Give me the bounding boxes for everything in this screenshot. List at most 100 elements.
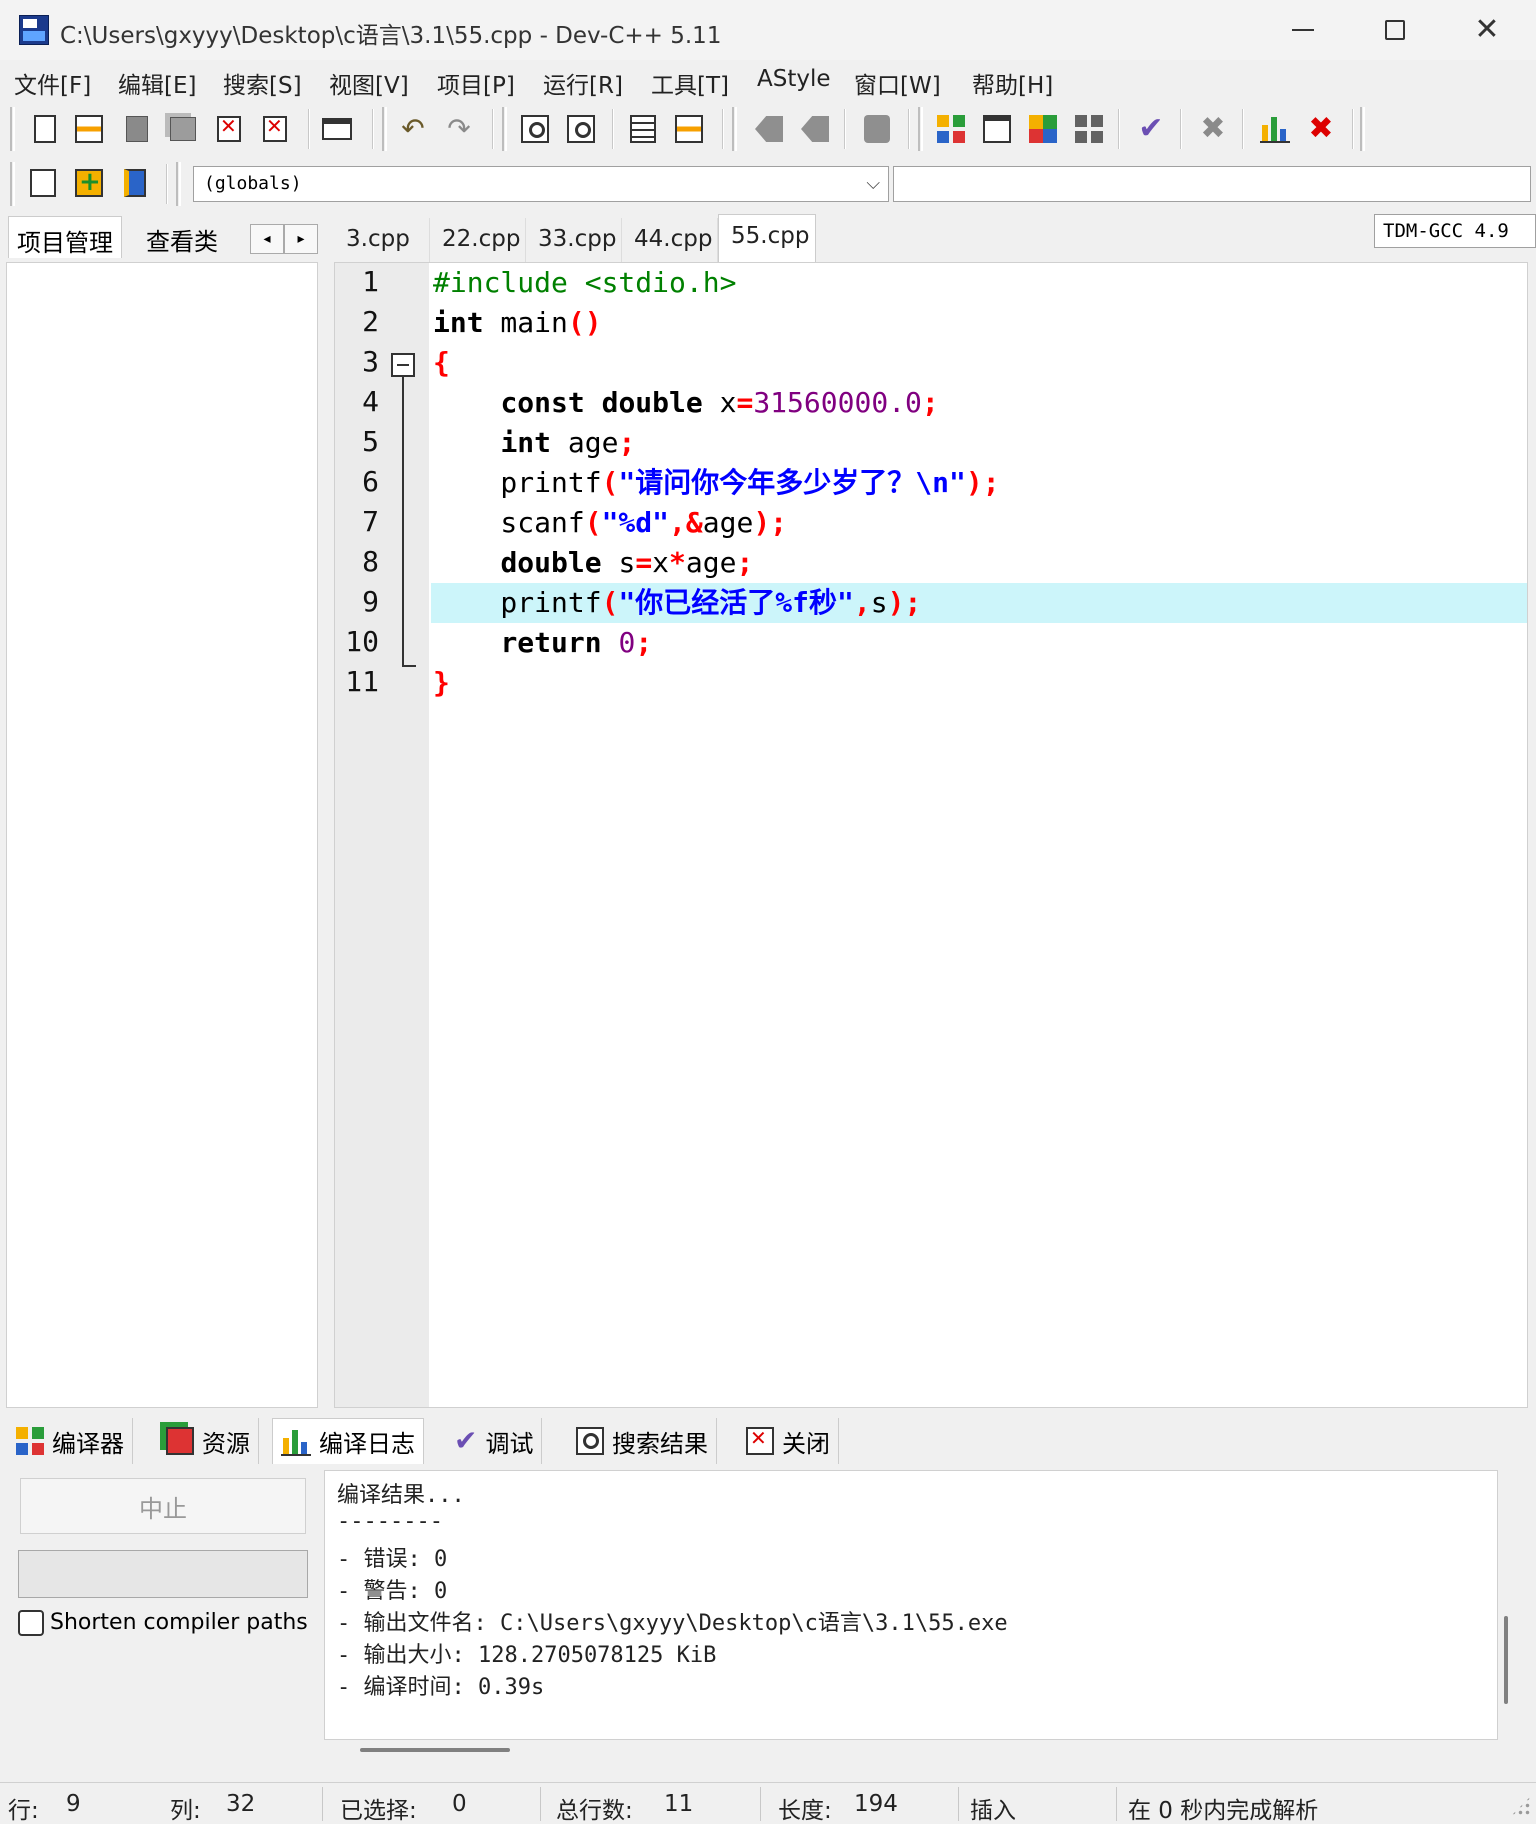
code-line-current[interactable]: printf("你已经活了%f秒",s); [431,583,1527,623]
goto-next-button[interactable] [798,112,832,146]
open-file-button[interactable] [72,112,106,146]
code-line[interactable]: const double x=31560000.0; [431,383,1527,423]
compile-icon [937,115,965,143]
toolbar-grip[interactable] [502,107,507,151]
toolbar-grip[interactable] [918,107,923,151]
replace-button[interactable] [564,112,598,146]
code-line[interactable]: { [431,343,1527,383]
maximize-button[interactable] [1350,0,1440,60]
code-token: ( [601,586,619,619]
new-file-button[interactable] [28,112,62,146]
scope-select-value: (globals) [204,173,302,194]
toolbar-grip[interactable] [176,162,181,206]
delete-profile-button[interactable]: ✖ [1304,112,1338,146]
tab-project-manager[interactable]: 项目管理 [8,216,122,258]
tab-resources[interactable]: 资源 [158,1418,259,1464]
code-editor[interactable]: 1 2 3 4 5 6 7 8 9 10 11 #include <stdio.h> int main… [334,262,1528,1408]
minimize-button[interactable] [1258,0,1348,60]
code-line[interactable]: } [431,663,1527,703]
close-file-button[interactable] [212,112,246,146]
abort-compile-button[interactable]: 中止 [20,1478,306,1534]
toolbar-grip[interactable] [382,107,387,151]
find-button[interactable] [518,112,552,146]
profile-button[interactable] [1258,112,1292,146]
save-button[interactable] [120,112,154,146]
add-to-project-button[interactable] [72,166,106,200]
toolbar-grip[interactable] [732,107,737,151]
goto-prev-button[interactable] [752,112,786,146]
project-tree[interactable] [6,262,318,1408]
menu-file[interactable]: 文件[F] [14,66,91,100]
stop-button[interactable]: ✖ [1196,112,1230,146]
code-line[interactable]: int age; [431,423,1527,463]
menu-tools[interactable]: 工具[T] [651,66,729,100]
compile-button[interactable] [934,112,968,146]
bookmark-button[interactable] [860,112,894,146]
undo-button[interactable]: ↶ [396,112,430,146]
fold-collapse-icon[interactable] [391,353,415,377]
tab-file-55cpp[interactable]: 55.cpp [718,214,816,262]
new-project-button[interactable] [26,166,60,200]
compile-log-text[interactable]: 编译结果... -------- - 错误: 0 - 警告: 0 - 输出文件名… [324,1470,1498,1740]
compile-run-button[interactable] [1026,112,1060,146]
fold-line [402,377,404,667]
rebuild-button[interactable] [1072,112,1106,146]
menu-edit[interactable]: 编辑[E] [118,66,196,100]
status-length-label: 长度: [778,1798,832,1824]
close-window-button[interactable]: ✕ [1442,0,1532,60]
code-line[interactable]: double s=x*age; [431,543,1527,583]
save-all-button[interactable] [166,112,200,146]
tab-scroll-right-button[interactable]: ▸ [284,224,318,254]
menu-search[interactable]: 搜索[S] [223,66,302,100]
menu-project[interactable]: 项目[P] [437,66,515,100]
bookmark-icon [864,115,890,143]
syntax-check-button[interactable]: ✔ [1134,112,1168,146]
tab-compile-log[interactable]: 编译日志 [272,1418,424,1464]
indent-button[interactable] [626,112,660,146]
code-token: double [601,386,703,419]
tab-file-3cpp[interactable]: 3.cpp [334,218,430,262]
members-select[interactable] [893,166,1531,202]
tab-close-output[interactable]: 关闭 [738,1418,839,1464]
scope-select[interactable]: (globals) ⌵ [193,166,889,202]
code-token: ; [921,386,939,419]
tab-scroll-left-button[interactable]: ◂ [250,224,284,254]
unindent-button[interactable] [672,112,706,146]
resize-grip[interactable] [1510,1795,1532,1817]
redo-button[interactable]: ↷ [442,112,476,146]
toolbar-grip[interactable] [10,107,15,151]
menu-view[interactable]: 视图[V] [329,66,409,100]
log-horizontal-scrollbar[interactable] [360,1748,510,1752]
tab-search-results[interactable]: 搜索结果 [568,1418,717,1464]
code-area[interactable]: #include <stdio.h> int main(){ const doub… [431,263,1527,1407]
menu-window[interactable]: 窗口[W] [854,66,941,100]
log-vertical-scrollbar[interactable] [1504,1616,1508,1704]
run-button[interactable] [980,112,1014,146]
tab-file-22cpp[interactable]: 22.cpp [430,218,526,262]
menu-run[interactable]: 运行[R] [543,66,623,100]
toolbar-separator [166,164,168,204]
code-line[interactable]: scanf("%d",&age); [431,503,1527,543]
chevron-down-icon: ⌵ [866,173,880,194]
tab-class-browser[interactable]: 查看类 [138,216,226,258]
tab-file-33cpp[interactable]: 33.cpp [526,218,622,262]
code-line[interactable]: #include <stdio.h> [431,263,1527,303]
close-all-button[interactable] [258,112,292,146]
run-icon [983,115,1011,143]
code-line[interactable]: printf("请问你今年多少岁了？\n"); [431,463,1527,503]
shorten-paths-checkbox[interactable] [18,1610,44,1636]
close-icon [746,1426,774,1455]
menu-astyle[interactable]: AStyle [757,66,831,92]
menu-help[interactable]: 帮助[H] [972,66,1053,100]
search-results-icon [576,1427,604,1455]
toolbar-separator [1180,109,1182,149]
print-button[interactable] [320,112,354,146]
tab-file-44cpp[interactable]: 44.cpp [622,218,718,262]
project-options-button[interactable] [118,166,152,200]
code-line[interactable]: int main() [431,303,1527,343]
tab-debug[interactable]: ✔ 调试 [446,1418,543,1464]
tab-compiler[interactable]: 编译器 [8,1418,133,1464]
toolbar-grip[interactable] [1360,107,1365,151]
toolbar-grip[interactable] [10,162,15,206]
code-line[interactable]: return 0; [431,623,1527,663]
